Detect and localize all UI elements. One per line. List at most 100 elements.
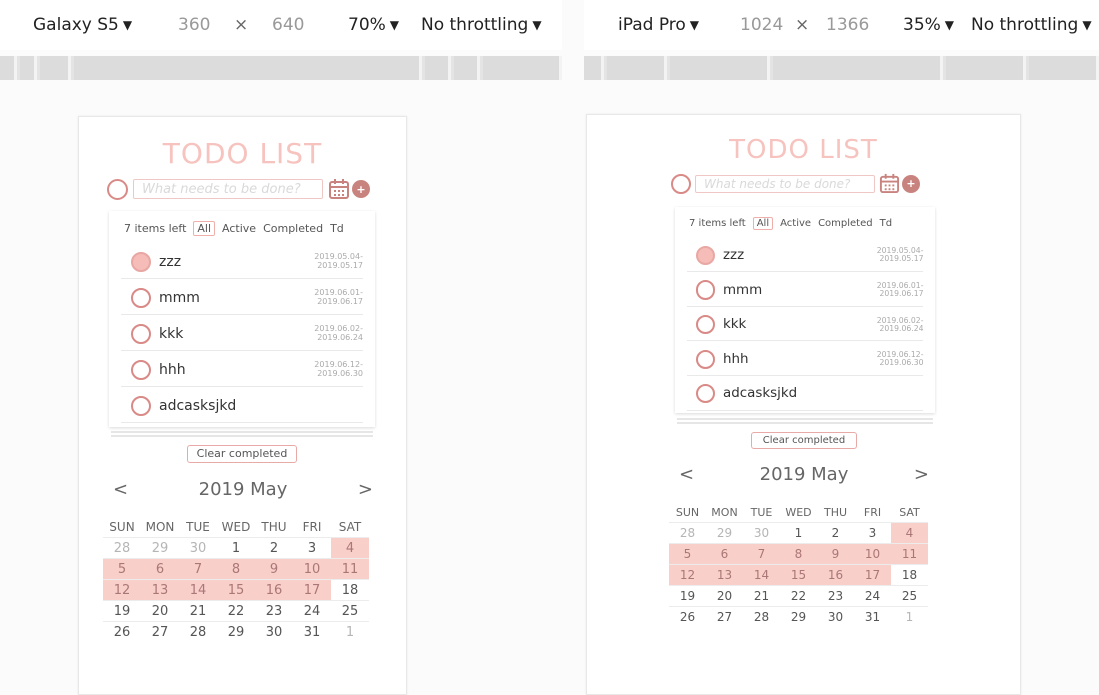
- calendar-day[interactable]: 10: [854, 543, 891, 565]
- calendar-day[interactable]: 5: [669, 543, 706, 565]
- todo-item[interactable]: adcasksjkd: [121, 389, 363, 423]
- calendar-day[interactable]: 19: [669, 585, 706, 607]
- todo-toggle-radio[interactable]: [696, 384, 716, 404]
- toggle-all-radio[interactable]: [671, 173, 691, 194]
- calendar-day[interactable]: 27: [706, 606, 743, 627]
- calendar-day[interactable]: 31: [854, 606, 891, 627]
- filter-completed[interactable]: Completed: [263, 222, 323, 235]
- filter-td[interactable]: Td: [880, 218, 892, 229]
- calendar-day[interactable]: 1: [780, 522, 817, 544]
- todo-text[interactable]: adcasksjkd: [723, 386, 924, 401]
- calendar-day[interactable]: 6: [706, 543, 743, 565]
- todo-item[interactable]: zzz 2019.05.04- 2019.05.17: [121, 245, 363, 279]
- todo-toggle-radio[interactable]: [696, 349, 716, 369]
- filter-completed[interactable]: Completed: [818, 218, 873, 229]
- height-field[interactable]: 1366: [826, 15, 869, 35]
- calendar-day[interactable]: 20: [706, 585, 743, 607]
- calendar-day[interactable]: 23: [817, 585, 854, 607]
- todo-toggle-radio[interactable]: [131, 323, 151, 344]
- throttle-select-right[interactable]: No throttling ▼: [971, 15, 1092, 35]
- calendar-day[interactable]: 27: [141, 621, 179, 642]
- filter-all[interactable]: All: [752, 217, 774, 230]
- calendar-day[interactable]: 30: [255, 621, 293, 642]
- todo-text[interactable]: kkk: [723, 317, 877, 332]
- todo-item[interactable]: mmm 2019.06.01- 2019.06.17: [686, 274, 924, 307]
- todo-toggle-radio[interactable]: [131, 359, 151, 380]
- calendar-day[interactable]: 28: [743, 606, 780, 627]
- prev-month-button[interactable]: <: [113, 479, 128, 500]
- calendar-day[interactable]: 8: [780, 543, 817, 565]
- calendar-day[interactable]: 23: [255, 600, 293, 622]
- todo-text[interactable]: mmm: [723, 283, 877, 298]
- calendar-icon[interactable]: [328, 178, 350, 200]
- calendar-day[interactable]: 15: [780, 564, 817, 586]
- todo-toggle-radio[interactable]: [131, 287, 151, 308]
- calendar-day[interactable]: 16: [255, 579, 293, 601]
- calendar-day[interactable]: 17: [293, 579, 331, 601]
- calendar-day[interactable]: 11: [891, 543, 928, 565]
- clear-completed-button[interactable]: Clear completed: [187, 445, 297, 463]
- calendar-day[interactable]: 22: [780, 585, 817, 607]
- calendar-day[interactable]: 13: [706, 564, 743, 586]
- calendar-day[interactable]: 21: [743, 585, 780, 607]
- calendar-icon[interactable]: [879, 173, 900, 194]
- todo-text[interactable]: kkk: [159, 326, 314, 342]
- calendar-day[interactable]: 22: [217, 600, 255, 622]
- calendar-day[interactable]: 9: [255, 558, 293, 580]
- new-todo-input[interactable]: What needs to be done?: [133, 179, 323, 199]
- todo-item[interactable]: zzz 2019.05.04- 2019.05.17: [686, 240, 924, 273]
- calendar-day[interactable]: 30: [179, 537, 217, 559]
- width-field[interactable]: 360: [178, 15, 210, 35]
- calendar-day[interactable]: 4: [891, 522, 928, 544]
- calendar-day[interactable]: 3: [854, 522, 891, 544]
- calendar-day[interactable]: 25: [891, 585, 928, 607]
- calendar-day[interactable]: 8: [217, 558, 255, 580]
- calendar-day[interactable]: 28: [179, 621, 217, 642]
- calendar-day[interactable]: 1: [331, 621, 369, 642]
- todo-toggle-radio[interactable]: [131, 395, 151, 416]
- prev-month-button[interactable]: <: [679, 464, 694, 485]
- calendar-day[interactable]: 20: [141, 600, 179, 622]
- todo-text[interactable]: hhh: [723, 352, 877, 367]
- todo-item[interactable]: kkk 2019.06.02- 2019.06.24: [686, 309, 924, 342]
- calendar-day[interactable]: 12: [103, 579, 141, 601]
- calendar-day[interactable]: 29: [780, 606, 817, 627]
- device-select-right[interactable]: iPad Pro ▼: [618, 15, 699, 35]
- zoom-select-right[interactable]: 35% ▼: [903, 15, 954, 35]
- calendar-day[interactable]: 6: [141, 558, 179, 580]
- next-month-button[interactable]: >: [914, 464, 929, 485]
- calendar-day[interactable]: 24: [293, 600, 331, 622]
- calendar-day[interactable]: 16: [817, 564, 854, 586]
- calendar-day[interactable]: 13: [141, 579, 179, 601]
- zoom-select-left[interactable]: 70% ▼: [348, 15, 399, 35]
- calendar-day[interactable]: 3: [293, 537, 331, 559]
- calendar-day[interactable]: 2: [817, 522, 854, 544]
- calendar-day[interactable]: 26: [669, 606, 706, 627]
- calendar-day[interactable]: 7: [179, 558, 217, 580]
- calendar-day[interactable]: 19: [103, 600, 141, 622]
- todo-item[interactable]: hhh 2019.06.12- 2019.06.30: [121, 353, 363, 387]
- calendar-day[interactable]: 7: [743, 543, 780, 565]
- calendar-day[interactable]: 2: [255, 537, 293, 559]
- calendar-day[interactable]: 24: [854, 585, 891, 607]
- todo-item[interactable]: adcasksjkd: [686, 378, 924, 411]
- add-todo-button[interactable]: +: [352, 180, 370, 198]
- throttle-select-left[interactable]: No throttling ▼: [421, 15, 542, 35]
- toggle-all-radio[interactable]: [107, 178, 128, 200]
- todo-text[interactable]: zzz: [159, 254, 314, 270]
- filter-all[interactable]: All: [193, 221, 216, 236]
- next-month-button[interactable]: >: [358, 479, 373, 500]
- calendar-day[interactable]: 18: [891, 564, 928, 586]
- todo-toggle-radio[interactable]: [696, 245, 716, 266]
- calendar-day[interactable]: 30: [743, 522, 780, 544]
- calendar-day[interactable]: 31: [293, 621, 331, 642]
- clear-completed-button[interactable]: Clear completed: [751, 432, 857, 449]
- todo-item[interactable]: mmm 2019.06.01- 2019.06.17: [121, 281, 363, 315]
- calendar-day[interactable]: 5: [103, 558, 141, 580]
- new-todo-input[interactable]: What needs to be done?: [695, 174, 875, 193]
- calendar-day[interactable]: 12: [669, 564, 706, 586]
- todo-text[interactable]: mmm: [159, 290, 314, 306]
- calendar-day[interactable]: 29: [217, 621, 255, 642]
- todo-text[interactable]: zzz: [723, 248, 877, 263]
- todo-item[interactable]: kkk 2019.06.02- 2019.06.24: [121, 317, 363, 351]
